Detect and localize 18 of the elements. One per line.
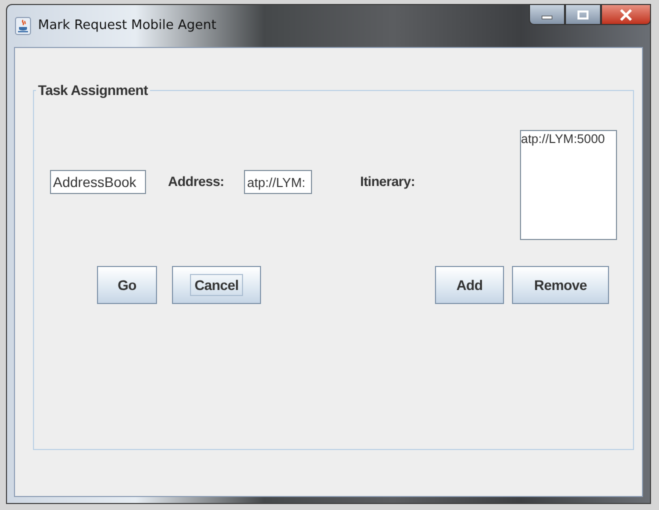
itinerary-list[interactable]: atp://LYM:5000: [520, 130, 617, 240]
panel-title: Task Assignment: [37, 82, 149, 98]
go-button[interactable]: Go: [97, 266, 157, 304]
address-label: Address:: [168, 174, 224, 189]
agent-name-field[interactable]: AddressBook: [50, 170, 146, 194]
close-button[interactable]: [601, 4, 651, 25]
window-title: Mark Request Mobile Agent: [38, 17, 216, 34]
itinerary-item[interactable]: atp://LYM:5000: [521, 131, 616, 146]
cancel-button[interactable]: Cancel: [172, 266, 261, 304]
maximize-button[interactable]: [565, 4, 601, 25]
add-button[interactable]: Add: [435, 266, 504, 304]
maximize-icon: [577, 10, 589, 20]
remove-button[interactable]: Remove: [512, 266, 609, 304]
itinerary-label: Itinerary:: [360, 174, 415, 189]
cup-icon: [15, 17, 31, 35]
address-field[interactable]: atp://LYM:: [244, 170, 312, 194]
close-icon: [619, 8, 633, 20]
minimize-button[interactable]: [529, 4, 565, 25]
